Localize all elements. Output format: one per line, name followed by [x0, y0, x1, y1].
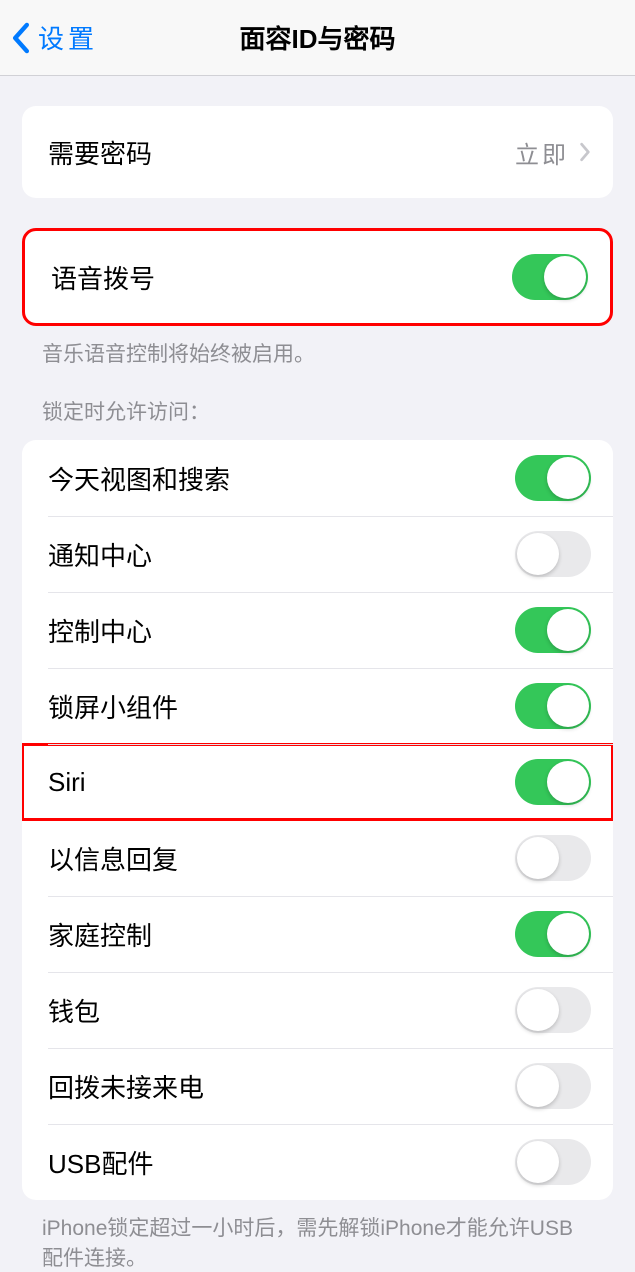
group-voice-dial: 语音拨号: [22, 228, 613, 326]
locked-access-header: 锁定时允许访问：: [0, 368, 635, 434]
group-require-passcode: 需要密码 立即: [22, 106, 613, 198]
row-voice-dial: 语音拨号: [25, 231, 610, 323]
row-label-item0: 今天视图和搜索: [48, 460, 230, 497]
toggle-usb[interactable]: [515, 1139, 591, 1185]
row-label-item8: 回拨未接来电: [48, 1068, 204, 1105]
toggle-item5[interactable]: [515, 835, 591, 881]
voice-dial-toggle[interactable]: [512, 254, 588, 300]
require-passcode-value-text: 立即: [515, 135, 569, 170]
toggle-knob: [544, 256, 586, 298]
toggle-knob: [547, 685, 589, 727]
row-item8: 回拨未接来电: [22, 1048, 613, 1124]
row-item1: 通知中心: [22, 516, 613, 592]
row-label-usb: USB配件: [48, 1144, 153, 1181]
row-item7: 钱包: [22, 972, 613, 1048]
row-usb: USB配件: [22, 1124, 613, 1200]
chevron-left-icon: [12, 22, 30, 54]
row-label-item1: 通知中心: [48, 536, 152, 573]
voice-dial-footer: 音乐语音控制将始终被启用。: [0, 326, 635, 368]
toggle-item3[interactable]: [515, 683, 591, 729]
row-label-item6: 家庭控制: [48, 916, 152, 953]
toggle-item0[interactable]: [515, 455, 591, 501]
row-label-item2: 控制中心: [48, 612, 152, 649]
toggle-knob: [547, 761, 589, 803]
voice-dial-label: 语音拨号: [51, 259, 155, 296]
locked-access-footer: iPhone锁定超过一小时后，需先解锁iPhone才能允许USB配件连接。: [0, 1200, 635, 1272]
chevron-right-icon: [579, 142, 591, 162]
toggle-knob: [517, 533, 559, 575]
row-item3: 锁屏小组件: [22, 668, 613, 744]
toggle-knob: [547, 457, 589, 499]
row-item0: 今天视图和搜索: [22, 440, 613, 516]
content: 需要密码 立即 语音拨号 音乐语音控制将始终被启用。 锁定时允许访问： 今天视图…: [0, 106, 635, 1272]
row-item6: 家庭控制: [22, 896, 613, 972]
group-locked-access: 今天视图和搜索通知中心控制中心锁屏小组件 Siri 以信息回复家庭控制钱包回拨未接来…: [22, 440, 613, 1200]
row-item2: 控制中心: [22, 592, 613, 668]
toggle-item8[interactable]: [515, 1063, 591, 1109]
toggle-item1[interactable]: [515, 531, 591, 577]
back-button[interactable]: 设置: [0, 19, 98, 56]
toggle-siri[interactable]: [515, 759, 591, 805]
toggle-item2[interactable]: [515, 607, 591, 653]
toggle-knob: [517, 1065, 559, 1107]
row-label-item7: 钱包: [48, 992, 100, 1029]
row-label-item3: 锁屏小组件: [48, 688, 178, 725]
toggle-item7[interactable]: [515, 987, 591, 1033]
require-passcode-label: 需要密码: [48, 134, 152, 171]
row-label-siri: Siri: [48, 767, 86, 798]
toggle-knob: [517, 1141, 559, 1183]
require-passcode-value: 立即: [515, 135, 591, 170]
nav-header: 设置 面容ID与密码: [0, 0, 635, 76]
toggle-knob: [517, 837, 559, 879]
toggle-knob: [547, 913, 589, 955]
back-label: 设置: [38, 19, 98, 56]
toggle-knob: [517, 989, 559, 1031]
row-label-item5: 以信息回复: [48, 840, 178, 877]
row-siri: Siri: [22, 744, 613, 820]
toggle-item6[interactable]: [515, 911, 591, 957]
row-item5: 以信息回复: [22, 820, 613, 896]
toggle-knob: [547, 609, 589, 651]
row-require-passcode[interactable]: 需要密码 立即: [22, 106, 613, 198]
